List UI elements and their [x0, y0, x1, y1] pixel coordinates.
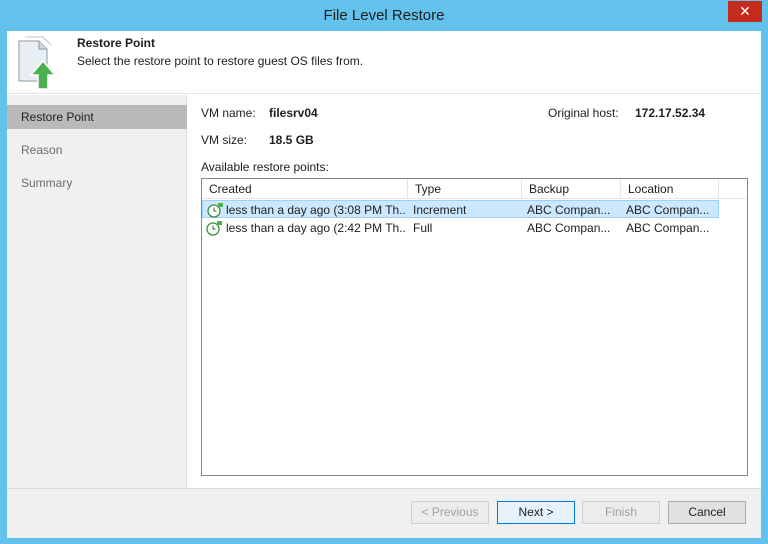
- cell-type: Full: [413, 221, 433, 235]
- column-header-filler: [719, 179, 747, 199]
- restore-points-header: Created Type Backup Location: [202, 179, 747, 199]
- vm-size-label: VM size:: [201, 133, 248, 147]
- cell-backup: ABC Compan...: [527, 221, 611, 235]
- column-header-backup[interactable]: Backup: [522, 179, 621, 199]
- vm-size-value: 18.5 GB: [269, 133, 314, 147]
- wizard-footer: < Previous Next > Finish Cancel: [7, 488, 761, 538]
- header-subtitle: Select the restore point to restore gues…: [77, 54, 364, 68]
- wizard-header: Restore Point Select the restore point t…: [7, 31, 761, 94]
- cancel-button[interactable]: Cancel: [668, 501, 746, 524]
- sidebar-item-summary[interactable]: Summary: [7, 171, 187, 195]
- cell-created: less than a day ago (3:08 PM Th...: [226, 203, 406, 217]
- wizard-client-area: Restore Point Select the restore point t…: [7, 31, 761, 538]
- column-header-location[interactable]: Location: [621, 179, 719, 199]
- wizard-steps-sidebar: Restore Point Reason Summary: [7, 95, 187, 488]
- file-level-restore-window: File Level Restore ✕ Restore Point Selec…: [0, 0, 768, 544]
- cell-location: ABC Compan...: [626, 221, 710, 235]
- finish-button[interactable]: Finish: [582, 501, 660, 524]
- column-header-created[interactable]: Created: [202, 179, 408, 199]
- restore-points-label: Available restore points:: [201, 160, 329, 174]
- title-bar[interactable]: File Level Restore ✕: [0, 0, 768, 31]
- restore-points-list[interactable]: Created Type Backup Location less than a…: [201, 178, 748, 476]
- cell-location: ABC Compan...: [626, 203, 710, 217]
- close-button[interactable]: ✕: [728, 1, 762, 22]
- restore-point-row[interactable]: less than a day ago (2:42 PM Th... Full …: [202, 219, 719, 237]
- vm-name-value: filesrv04: [269, 106, 318, 120]
- header-title: Restore Point: [77, 36, 156, 50]
- cell-type: Increment: [413, 203, 467, 217]
- sidebar-item-restore-point[interactable]: Restore Point: [7, 105, 187, 129]
- cell-created: less than a day ago (2:42 PM Th...: [226, 221, 406, 235]
- previous-button[interactable]: < Previous: [411, 501, 489, 524]
- restore-files-icon: [13, 35, 59, 91]
- cell-backup: ABC Compan...: [527, 203, 611, 217]
- next-button[interactable]: Next >: [497, 501, 575, 524]
- restore-point-icon: [207, 202, 224, 218]
- original-host-label: Original host:: [548, 106, 619, 120]
- sidebar-item-reason[interactable]: Reason: [7, 138, 187, 162]
- column-header-type[interactable]: Type: [408, 179, 522, 199]
- restore-point-icon: [206, 220, 223, 236]
- vm-name-label: VM name:: [201, 106, 256, 120]
- restore-point-row[interactable]: less than a day ago (3:08 PM Th... Incre…: [202, 200, 719, 218]
- original-host-value: 172.17.52.34: [635, 106, 706, 120]
- window-title: File Level Restore: [323, 7, 445, 24]
- restore-point-panel: VM name: filesrv04 Original host: 172.17…: [187, 95, 761, 488]
